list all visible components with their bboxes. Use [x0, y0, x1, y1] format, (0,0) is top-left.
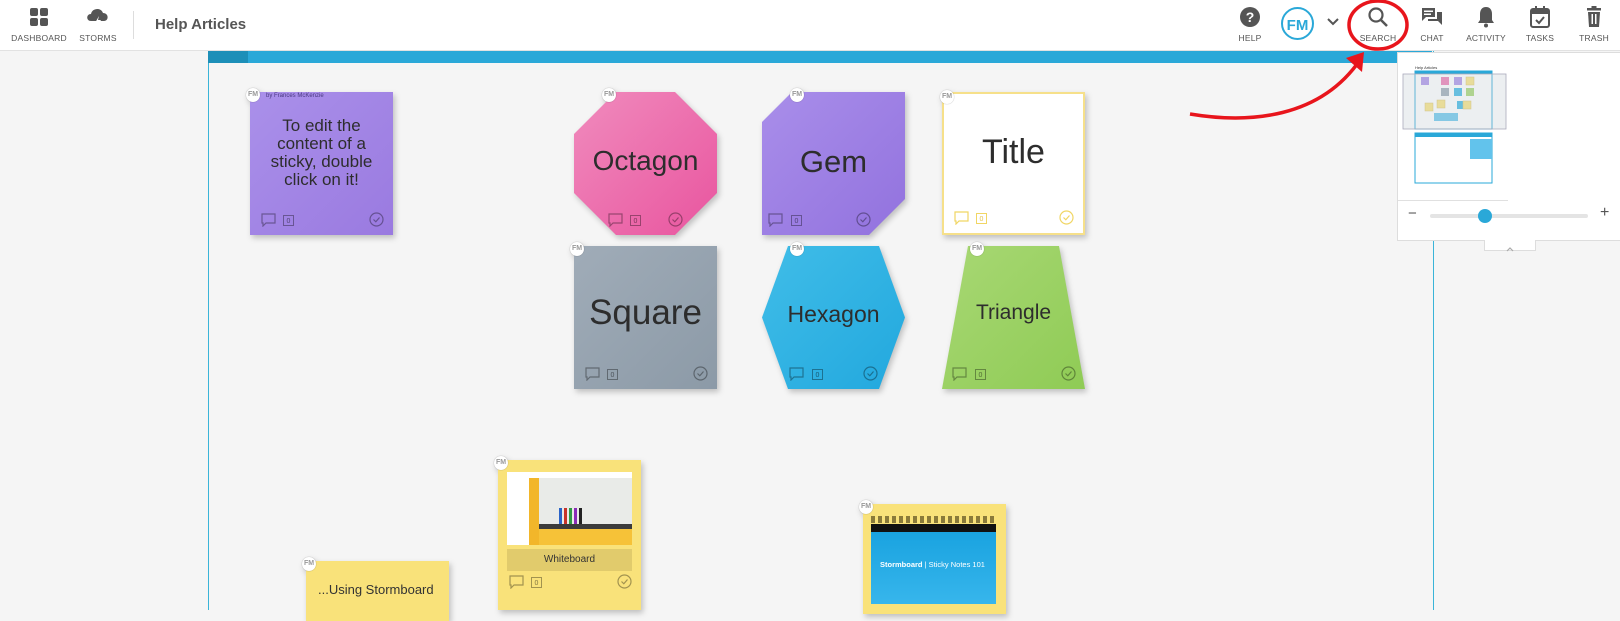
- dashboard-icon: [30, 8, 48, 26]
- comment-count: 0: [283, 215, 294, 226]
- check-circle-icon[interactable]: [1059, 210, 1074, 225]
- minimap-divider: [1398, 200, 1508, 201]
- dashboard-button[interactable]: DASHBOARD: [10, 5, 68, 43]
- help-icon: ?: [1240, 7, 1260, 27]
- top-bar: DASHBOARD STORMS Help Articles ? HELP FM…: [0, 0, 1620, 51]
- board-header-handle[interactable]: [208, 50, 248, 63]
- help-label: HELP: [1238, 33, 1262, 43]
- sticky-gem[interactable]: FM Gem 0: [762, 88, 905, 235]
- sticky-video[interactable]: FM Stormboard | Sticky Notes 101: [859, 500, 1006, 614]
- zoom-out-button[interactable]: −: [1408, 205, 1417, 222]
- storms-button[interactable]: STORMS: [78, 5, 118, 43]
- dashboard-label: DASHBOARD: [11, 33, 67, 43]
- comment-icon[interactable]: [261, 213, 276, 227]
- comment-icon[interactable]: [789, 367, 804, 381]
- search-icon: [1368, 7, 1388, 27]
- author-badge: FM: [859, 500, 873, 514]
- check-circle-icon[interactable]: [1061, 366, 1076, 381]
- chat-label: CHAT: [1420, 33, 1444, 43]
- check-circle-icon[interactable]: [668, 212, 683, 227]
- sticky-text: Hexagon: [787, 301, 880, 327]
- comment-count: 0: [976, 213, 987, 224]
- activity-label: ACTIVITY: [1466, 33, 1506, 43]
- check-circle-icon[interactable]: [693, 366, 708, 381]
- sticky-intro[interactable]: FM by Frances McKenzie To edit the conte…: [246, 88, 393, 235]
- image-caption: Whiteboard: [507, 549, 632, 571]
- minimap-preview[interactable]: [1401, 69, 1511, 185]
- sticky-text: Title: [982, 133, 1045, 171]
- chevron-up-icon: [1506, 247, 1514, 252]
- sticky-text: ...Using Stormboard: [318, 582, 434, 597]
- sticky-triangle[interactable]: FM Triangle 0: [942, 242, 1085, 389]
- trash-label: TRASH: [1579, 33, 1609, 43]
- author-badge: FM: [494, 456, 508, 470]
- zoom-in-button[interactable]: +: [1600, 204, 1609, 222]
- check-circle-icon[interactable]: [369, 212, 384, 227]
- film-strip: [871, 516, 996, 523]
- comment-count: 0: [630, 215, 641, 226]
- zoom-slider-knob[interactable]: [1477, 209, 1492, 223]
- sticky-text: To edit the content of a sticky, double …: [270, 115, 373, 189]
- svg-text:?: ?: [1246, 9, 1255, 25]
- comment-count: 0: [791, 215, 802, 226]
- chevron-down-icon[interactable]: [1325, 14, 1341, 30]
- sticky-octagon[interactable]: FM Octagon 0: [574, 88, 717, 235]
- zoom-slider-track[interactable]: [1430, 209, 1588, 223]
- whiteboard-image: [507, 472, 632, 545]
- comment-icon[interactable]: [608, 213, 623, 227]
- comment-count: 0: [607, 369, 618, 380]
- check-circle-icon[interactable]: [863, 366, 878, 381]
- calendar-check-icon: [1530, 6, 1550, 28]
- page-title: Help Articles: [155, 16, 247, 33]
- check-circle-icon[interactable]: [856, 212, 871, 227]
- sticky-square[interactable]: FM Square 0: [570, 242, 717, 389]
- toolbar-divider: [133, 11, 134, 39]
- search-button[interactable]: SEARCH: [1357, 5, 1399, 43]
- sticky-text: Octagon: [592, 144, 699, 176]
- video-thumbnail[interactable]: Stormboard | Sticky Notes 101: [871, 524, 996, 604]
- sticky-using-stormboard[interactable]: FM ...Using Stormboard: [302, 557, 449, 621]
- cloud-lightning-icon: [87, 8, 108, 28]
- help-button[interactable]: ? HELP: [1233, 5, 1267, 43]
- board-header-band: [208, 50, 1432, 63]
- bell-icon: [1478, 7, 1494, 28]
- chat-button[interactable]: CHAT: [1416, 5, 1448, 43]
- minimap-collapse-tab[interactable]: [1484, 240, 1536, 252]
- check-circle-icon[interactable]: [617, 574, 632, 589]
- comment-count: 0: [812, 369, 823, 380]
- storms-label: STORMS: [79, 33, 117, 43]
- activity-button[interactable]: ACTIVITY: [1466, 5, 1506, 43]
- trash-button[interactable]: TRASH: [1577, 5, 1611, 43]
- author-badge: FM: [302, 557, 316, 571]
- tasks-label: TASKS: [1525, 33, 1555, 43]
- tasks-button[interactable]: TASKS: [1524, 5, 1556, 43]
- comment-icon[interactable]: [585, 367, 600, 381]
- minimap-panel[interactable]: Help Articles − +: [1397, 52, 1620, 241]
- user-avatar[interactable]: FM: [1281, 7, 1314, 40]
- video-subtitle: | Sticky Notes 101: [924, 560, 985, 569]
- comment-icon[interactable]: [954, 211, 969, 225]
- sticky-whiteboard[interactable]: FM Whiteboard 0: [494, 456, 641, 610]
- comment-count: 0: [975, 369, 986, 380]
- comment-icon[interactable]: [768, 213, 783, 227]
- comment-icon[interactable]: [952, 367, 967, 381]
- comment-count: 0: [531, 577, 542, 588]
- search-label: SEARCH: [1359, 33, 1397, 43]
- video-brand: Stormboard: [880, 560, 923, 569]
- chat-icon: [1422, 8, 1442, 25]
- comment-icon[interactable]: [509, 575, 524, 589]
- sticky-title[interactable]: FM Title 0: [940, 90, 1085, 235]
- sticky-hexagon[interactable]: FM Hexagon 0: [762, 242, 905, 389]
- sticky-text: Gem: [799, 143, 868, 179]
- trash-icon: [1587, 6, 1601, 27]
